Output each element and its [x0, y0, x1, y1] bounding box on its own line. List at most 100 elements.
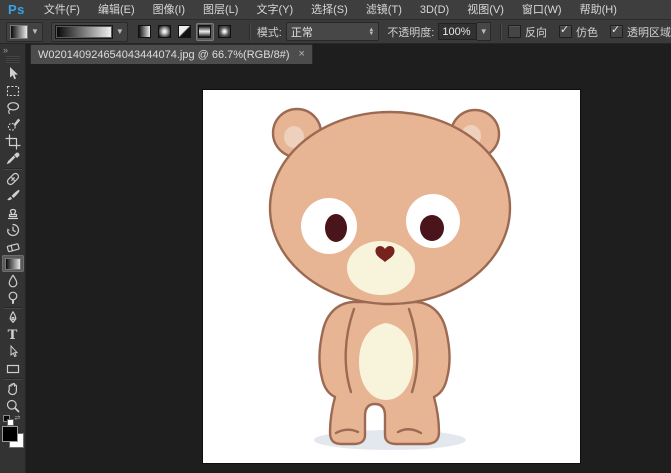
right-pupil: [420, 215, 444, 241]
pasteboard: [26, 64, 671, 473]
chevron-down-icon: ▼: [116, 28, 124, 36]
brush-tool[interactable]: [2, 187, 24, 204]
angle-gradient-icon: [178, 25, 191, 38]
linear-gradient-icon: [138, 25, 151, 38]
eyedropper-icon: [5, 151, 21, 167]
linear-gradient-button[interactable]: [136, 23, 154, 41]
opacity-dropdown-button[interactable]: ▼: [477, 22, 491, 41]
tool-group-divider: [4, 307, 22, 308]
history-brush-icon: [5, 222, 21, 238]
foreground-color-swatch[interactable]: [2, 426, 18, 442]
gradient-type-buttons: [136, 23, 234, 41]
type-icon: T: [8, 326, 18, 344]
angle-gradient-button[interactable]: [176, 23, 194, 41]
switch-colors-icon[interactable]: ⇄: [15, 415, 21, 422]
rectangular-marquee-tool[interactable]: [2, 82, 24, 99]
pen-icon: [5, 310, 21, 326]
gradient-tool[interactable]: [2, 255, 24, 272]
divider: [249, 23, 250, 41]
dodge-tool[interactable]: [2, 289, 24, 306]
menu-item-7[interactable]: 3D(D): [411, 0, 458, 20]
checkbox-checked-icon: ✓: [559, 25, 572, 38]
checkbox-仿色[interactable]: ✓仿色: [559, 24, 598, 40]
menu-item-5[interactable]: 选择(S): [302, 0, 357, 20]
document-tab[interactable]: W020140924654043444074.jpg @ 66.7%(RGB/8…: [30, 44, 313, 64]
move-tool[interactable]: [2, 65, 24, 82]
reflected-gradient-icon: [198, 25, 211, 38]
photoshop-logo: Ps: [0, 2, 35, 17]
mode-label: 模式:: [257, 24, 282, 40]
close-icon[interactable]: ×: [299, 49, 305, 60]
content-area: » T ⇄ W020140924654043444074.jpg @ 66.7%…: [0, 44, 671, 473]
gradient-editor[interactable]: ▼: [51, 22, 128, 42]
chevron-down-icon: ▼: [480, 28, 488, 36]
menu-item-8[interactable]: 视图(V): [458, 0, 513, 20]
path-selection-icon: [5, 344, 21, 360]
collapse-panel-button[interactable]: »: [3, 44, 8, 56]
option-checkboxes: 反向✓仿色✓透明区域: [508, 24, 671, 40]
zoom-tool[interactable]: [2, 397, 24, 414]
crop-icon: [5, 134, 21, 150]
blend-mode-value: 正常: [291, 24, 313, 40]
lasso-tool[interactable]: [2, 99, 24, 116]
crop-tool[interactable]: [2, 133, 24, 150]
menu-item-2[interactable]: 图像(I): [144, 0, 194, 20]
document-title: W020140924654043444074.jpg @ 66.7%(RGB/8…: [38, 49, 290, 61]
tools-panel: » T ⇄: [0, 44, 26, 473]
tool-preset-picker[interactable]: ▼: [6, 22, 43, 42]
brush-icon: [5, 188, 21, 204]
menu-item-10[interactable]: 帮助(H): [571, 0, 626, 20]
checkbox-label: 透明区域: [627, 24, 671, 40]
updown-arrows-icon: ▲▼: [368, 28, 374, 36]
panel-grip[interactable]: [6, 56, 20, 63]
checkbox-unchecked-icon: [508, 25, 521, 38]
default-colors-icon[interactable]: [3, 415, 10, 422]
document-area: W020140924654043444074.jpg @ 66.7%(RGB/8…: [26, 44, 671, 473]
zoom-icon: [5, 398, 21, 414]
eraser-icon: [5, 239, 21, 255]
eraser-tool[interactable]: [2, 238, 24, 255]
opacity-field[interactable]: 100%: [438, 23, 477, 40]
lasso-icon: [5, 100, 21, 116]
document-tab-bar: W020140924654043444074.jpg @ 66.7%(RGB/8…: [26, 44, 671, 64]
eyedropper-tool[interactable]: [2, 150, 24, 167]
reflected-gradient-button[interactable]: [196, 23, 214, 41]
clone-stamp-tool[interactable]: [2, 204, 24, 221]
spot-healing-brush-tool[interactable]: [2, 170, 24, 187]
menu-item-0[interactable]: 文件(F): [35, 0, 89, 20]
move-icon: [5, 66, 21, 82]
quick-selection-icon: [5, 117, 21, 133]
diamond-gradient-button[interactable]: [216, 23, 234, 41]
hand-icon: [5, 381, 21, 397]
quick-selection-tool[interactable]: [2, 116, 24, 133]
pen-tool[interactable]: [2, 309, 24, 326]
checkbox-checked-icon: ✓: [610, 25, 623, 38]
menu-items: 文件(F)编辑(E)图像(I)图层(L)文字(Y)选择(S)滤镜(T)3D(D)…: [35, 0, 626, 19]
checkbox-反向[interactable]: 反向: [508, 24, 547, 40]
hand-tool[interactable]: [2, 380, 24, 397]
document-canvas[interactable]: [203, 90, 580, 463]
bear-illustration: [203, 90, 580, 463]
menu-item-6[interactable]: 滤镜(T): [357, 0, 411, 20]
gradient-preset-thumbnail: [10, 25, 28, 39]
type-tool[interactable]: T: [2, 326, 24, 343]
menu-item-1[interactable]: 编辑(E): [89, 0, 144, 20]
history-brush-tool[interactable]: [2, 221, 24, 238]
divider: [500, 23, 501, 41]
options-bar: ▼ ▼ 模式: 正常 ▲▼ 不透明度: 100% ▼ 反向✓仿色✓透明区域: [0, 20, 671, 44]
rectangular-marquee-icon: [5, 83, 21, 99]
checkbox-透明区域[interactable]: ✓ 透明区域: [610, 24, 671, 40]
menu-item-9[interactable]: 窗口(W): [513, 0, 571, 20]
rectangle-tool[interactable]: [2, 360, 24, 377]
radial-gradient-button[interactable]: [156, 23, 174, 41]
left-pupil: [325, 214, 347, 242]
chevron-down-icon: ▼: [31, 28, 39, 36]
blend-mode-select[interactable]: 正常 ▲▼: [286, 22, 379, 41]
opacity-value: 100%: [442, 26, 470, 38]
menu-item-4[interactable]: 文字(Y): [247, 0, 302, 20]
blur-icon: [5, 273, 21, 289]
path-selection-tool[interactable]: [2, 343, 24, 360]
checkbox-label: 反向: [525, 24, 547, 40]
blur-tool[interactable]: [2, 272, 24, 289]
menu-item-3[interactable]: 图层(L): [194, 0, 247, 20]
